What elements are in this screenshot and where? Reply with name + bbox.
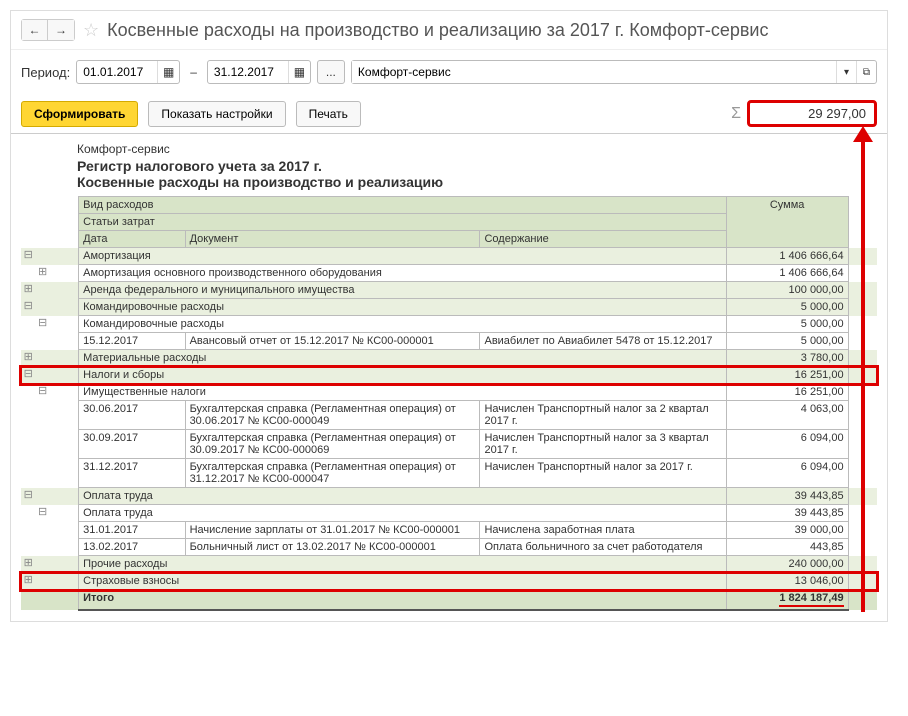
tree-toggle[interactable]: ⊞ [21,282,35,299]
col-article: Статьи затрат [79,214,727,231]
col-doc: Документ [185,231,480,248]
org-dropdown-icon[interactable]: ▾ [836,61,856,83]
date-dash: – [190,65,197,79]
calendar-from-icon[interactable]: ▦ [157,61,179,83]
cell-sum: 6 094,00 [726,459,848,488]
tree-toggle[interactable]: ⊞ [35,265,49,282]
report-reg-title: Регистр налогового учета за 2017 г. [77,158,873,174]
row-sum: 100 000,00 [726,282,848,299]
row-name: Командировочные расходы [79,316,727,333]
col-date: Дата [79,231,185,248]
form-button[interactable]: Сформировать [21,101,138,127]
cell-sum: 6 094,00 [726,430,848,459]
row-name: Страховые взносы [79,573,727,590]
star-icon[interactable]: ☆ [83,20,99,41]
cell-content: Начислена заработная плата [480,522,726,539]
nav-forward-button[interactable]: → [48,20,74,40]
report-table: Вид расходов Сумма Статьи затрат Дата До… [21,196,877,611]
row-sum: 3 780,00 [726,350,848,367]
row-sum: 1 406 666,64 [726,265,848,282]
sigma-icon: Σ [731,105,741,123]
date-to-field: ▦ [207,60,311,84]
row-sum: 16 251,00 [726,384,848,401]
report-company: Комфорт-сервис [77,142,873,156]
nav-arrows: ← → [21,19,75,41]
row-sum: 39 443,85 [726,488,848,505]
print-button[interactable]: Печать [296,101,361,127]
cell-doc: Начисление зарплаты от 31.01.2017 № КС00… [185,522,480,539]
row-sum: 13 046,00 [726,573,848,590]
cell-content: Начислен Транспортный налог за 2017 г. [480,459,726,488]
report-subtitle: Косвенные расходы на производство и реал… [77,174,873,190]
page-title: Косвенные расходы на производство и реал… [107,20,768,41]
sum-display: 29 297,00 [747,100,877,127]
cell-doc: Бухгалтерская справка (Регламентная опер… [185,430,480,459]
cell-date: 31.01.2017 [79,522,185,539]
cell-date: 15.12.2017 [79,333,185,350]
row-sum: 5 000,00 [726,299,848,316]
row-sum: 240 000,00 [726,556,848,573]
row-name: Амортизация [79,248,727,265]
cell-date: 31.12.2017 [79,459,185,488]
tree-toggle[interactable]: ⊟ [35,316,49,333]
row-sum: 16 251,00 [726,367,848,384]
cell-sum: 4 063,00 [726,401,848,430]
cell-sum: 5 000,00 [726,333,848,350]
date-to-input[interactable] [208,65,288,79]
total-sum: 1 824 187,49 [726,590,848,611]
cell-content: Начислен Транспортный налог за 2 квартал… [480,401,726,430]
cell-date: 30.09.2017 [79,430,185,459]
tree-toggle[interactable]: ⊞ [21,350,35,367]
col-content: Содержание [480,231,726,248]
row-name: Прочие расходы [79,556,727,573]
tree-toggle[interactable]: ⊟ [35,505,49,522]
cell-sum: 39 000,00 [726,522,848,539]
row-sum: 5 000,00 [726,316,848,333]
cell-content: Авиабилет по Авиабилет 5478 от 15.12.201… [480,333,726,350]
row-name: Имущественные налоги [79,384,727,401]
cell-doc: Больничный лист от 13.02.2017 № КС00-000… [185,539,480,556]
cell-date: 30.06.2017 [79,401,185,430]
org-select: ▾ ⧉ [351,60,877,84]
cell-doc: Бухгалтерская справка (Регламентная опер… [185,401,480,430]
period-picker-button[interactable]: ... [317,60,345,84]
row-name: Аренда федерального и муниципального иму… [79,282,727,299]
cell-content: Начислен Транспортный налог за 3 квартал… [480,430,726,459]
total-label: Итого [79,590,727,611]
cell-doc: Бухгалтерская справка (Регламентная опер… [185,459,480,488]
row-name: Амортизация основного производственного … [79,265,727,282]
date-from-input[interactable] [77,65,157,79]
tree-toggle[interactable]: ⊟ [35,384,49,401]
row-name: Материальные расходы [79,350,727,367]
tree-toggle[interactable]: ⊞ [21,556,35,573]
tree-toggle[interactable]: ⊟ [21,248,35,265]
row-name: Оплата труда [79,505,727,522]
tree-toggle[interactable]: ⊟ [21,367,35,384]
cell-doc: Авансовый отчет от 15.12.2017 № КС00-000… [185,333,480,350]
row-name: Оплата труда [79,488,727,505]
col-sum: Сумма [726,197,848,248]
date-from-field: ▦ [76,60,180,84]
org-open-icon[interactable]: ⧉ [856,61,876,83]
row-name: Налоги и сборы [79,367,727,384]
row-sum: 1 406 666,64 [726,248,848,265]
tree-toggle[interactable]: ⊞ [21,573,35,590]
cell-sum: 443,85 [726,539,848,556]
cell-content: Оплата больничного за счет работодателя [480,539,726,556]
calendar-to-icon[interactable]: ▦ [288,61,310,83]
show-settings-button[interactable]: Показать настройки [148,101,285,127]
org-input[interactable] [352,61,836,83]
col-kind: Вид расходов [79,197,727,214]
tree-toggle[interactable]: ⊟ [21,299,35,316]
nav-back-button[interactable]: ← [22,20,48,40]
row-sum: 39 443,85 [726,505,848,522]
row-name: Командировочные расходы [79,299,727,316]
period-label: Период: [21,65,70,80]
cell-date: 13.02.2017 [79,539,185,556]
tree-toggle[interactable]: ⊟ [21,488,35,505]
